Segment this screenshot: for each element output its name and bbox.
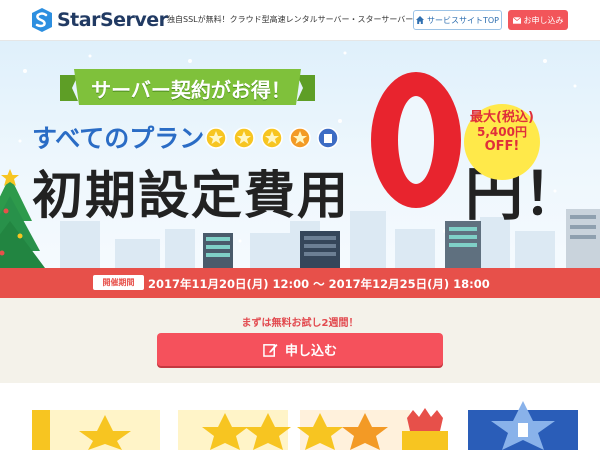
- badge-amount: 5,400円: [477, 125, 527, 139]
- ribbon-text: サーバー契約がお得！: [91, 78, 291, 102]
- apply-button-label: 申し込む: [284, 344, 337, 359]
- header-apply-button[interactable]: お申し込み: [508, 10, 568, 30]
- initial-fee-headline: 初期設定費用: [32, 167, 351, 226]
- service-site-top-label: サービスサイトTOP: [426, 15, 499, 25]
- period-label: 開催期間: [93, 275, 144, 290]
- apply-button[interactable]: 申し込む: [157, 333, 443, 366]
- plan-stars: [205, 127, 339, 149]
- header-tagline: 独自SSLが無料！クラウド型高速レンタルサーバー・スターサーバー: [167, 15, 414, 24]
- all-plans-label: すべてのプラン: [32, 124, 205, 153]
- starserver-logo[interactable]: StarServer: [31, 8, 168, 32]
- badge-off: OFF!: [484, 139, 520, 154]
- header-apply-label: お申し込み: [523, 15, 564, 25]
- logo-mark-icon: [32, 8, 52, 32]
- free-trial-note: まずは無料お試し2週間！: [241, 318, 359, 329]
- period-dates: 2017年11月20日(月) 12:00 ～ 2017年12月25日(月) 18…: [148, 277, 490, 291]
- site-header: StarServer 独自SSLが無料！クラウド型高速レンタルサーバー・スターサ…: [0, 0, 600, 41]
- plan-cards-illustration: [32, 401, 578, 450]
- mail-icon: [512, 16, 521, 24]
- edit-icon: [263, 343, 278, 357]
- logo-text: StarServer: [57, 9, 168, 31]
- service-site-top-button[interactable]: サービスサイトTOP: [413, 10, 502, 30]
- zero-yen-numeral: [371, 72, 461, 208]
- campaign-hero: サーバー契約がお得！ すべてのプラン 初期設定費用 0 円！ 最大(税込) 5,…: [0, 41, 600, 268]
- home-icon: [415, 16, 424, 24]
- plan-cards-preview: [0, 383, 600, 450]
